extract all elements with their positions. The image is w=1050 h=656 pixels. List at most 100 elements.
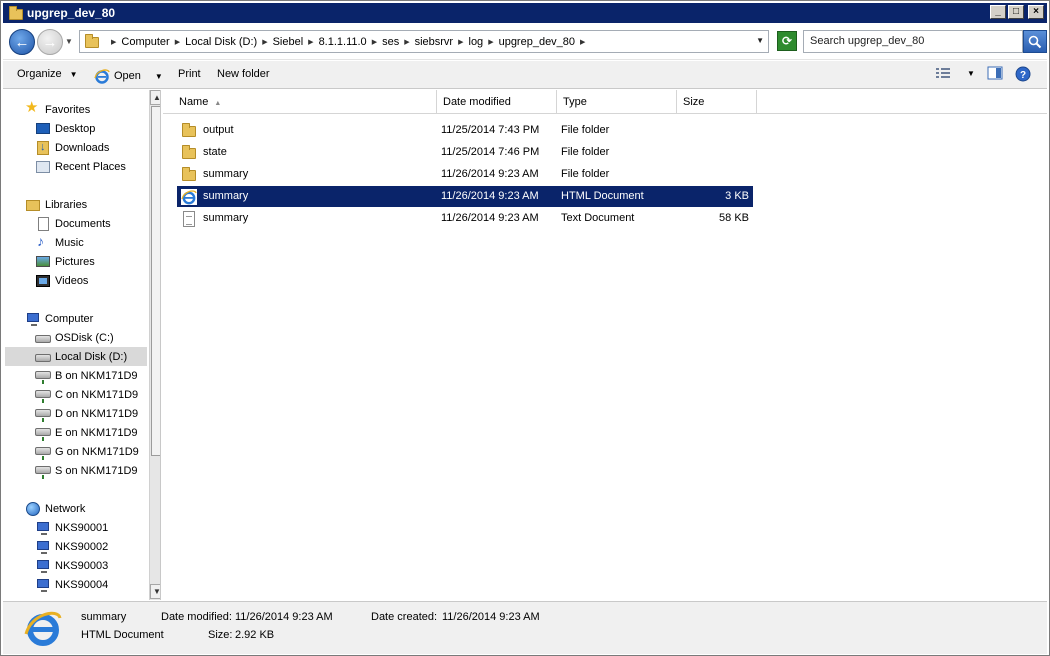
network-drive-icon	[35, 463, 51, 479]
search-input[interactable]: Search upgrep_dev_80	[803, 30, 1023, 53]
address-bar[interactable]: ▶ Computer ▶ Local Disk (D:) ▶ Siebel ▶ 8.1…	[79, 30, 769, 53]
nav-documents[interactable]: Documents	[35, 214, 111, 233]
details-size: 2.92 KB	[235, 629, 275, 641]
network-drive-icon	[35, 387, 51, 403]
nav-network-computer[interactable]: NKS90004	[35, 575, 108, 594]
breadcrumb-siebel[interactable]: Siebel ▶	[273, 36, 319, 48]
nav-music[interactable]: ♪ Music	[35, 233, 84, 252]
nav-network-computer[interactable]: NKS90003	[35, 556, 108, 575]
file-list[interactable]: Name ▲ Date modified Type Size output 11/…	[163, 90, 1047, 600]
folder-icon	[181, 144, 197, 161]
chevron-down-icon[interactable]: ▼	[155, 72, 163, 81]
table-row[interactable]: output 11/25/2014 7:43 PM File folder	[177, 120, 753, 141]
scrollbar-thumb[interactable]	[151, 106, 160, 456]
nav-network-drive-c[interactable]: C on NKM171D9	[35, 385, 138, 404]
view-list-icon	[936, 68, 950, 78]
nav-computer[interactable]: Computer	[25, 309, 93, 328]
open-button[interactable]: Open ▼	[94, 68, 163, 84]
nav-libraries[interactable]: Libraries	[25, 195, 87, 214]
internet-explorer-icon	[181, 188, 197, 205]
computer-icon	[35, 558, 51, 574]
details-date-created: 11/26/2014 9:23 AM	[442, 611, 540, 623]
breadcrumb-local-disk[interactable]: Local Disk (D:) ▶	[185, 36, 273, 48]
table-row-selected[interactable]: summary 11/26/2014 9:23 AM HTML Document…	[177, 186, 753, 207]
nav-network-drive-b[interactable]: B on NKM171D9	[35, 366, 138, 385]
drive-icon	[35, 330, 51, 346]
help-button[interactable]: ?	[1015, 66, 1031, 82]
network-icon	[25, 501, 41, 517]
chevron-right-icon[interactable]: ▶	[458, 38, 463, 46]
back-button[interactable]: ←	[9, 29, 35, 55]
change-view-button[interactable]: ▼	[935, 66, 975, 80]
command-bar: Organize ▼ Open ▼ Print New folder ▼ ?	[3, 61, 1047, 89]
navigation-pane[interactable]: ★Favorites Desktop Downloads Recent Plac…	[3, 90, 161, 600]
new-folder-button[interactable]: New folder	[217, 68, 270, 80]
search-button[interactable]	[1023, 30, 1047, 53]
nav-recent-places[interactable]: Recent Places	[35, 157, 126, 176]
breadcrumb-siebsrvr[interactable]: siebsrvr ▶	[415, 36, 469, 48]
breadcrumb-log[interactable]: log ▶	[469, 36, 499, 48]
nav-pictures[interactable]: Pictures	[35, 252, 95, 271]
preview-pane-button[interactable]	[987, 66, 1003, 80]
column-headers: Name ▲ Date modified Type Size	[163, 90, 1047, 114]
nav-network-computer[interactable]: NKS90001	[35, 518, 108, 537]
nav-network-computer[interactable]: NKS90002	[35, 537, 108, 556]
breadcrumb-ses[interactable]: ses ▶	[382, 36, 415, 48]
documents-icon	[35, 216, 51, 232]
breadcrumb-version[interactable]: 8.1.1.11.0 ▶	[319, 36, 383, 48]
chevron-right-icon[interactable]: ▶	[175, 38, 180, 46]
nav-downloads[interactable]: Downloads	[35, 138, 109, 157]
computer-icon	[25, 311, 41, 327]
explorer-window: upgrep_dev_80 _ □ × ← → ▼ ▶ Computer ▶ Lo…	[0, 0, 1050, 656]
table-row[interactable]: summary 11/26/2014 9:23 AM File folder	[177, 164, 753, 185]
nav-network-drive-s[interactable]: S on NKM171D9	[35, 461, 138, 480]
maximize-button[interactable]: □	[1008, 5, 1024, 19]
refresh-button[interactable]: ⟳	[777, 31, 797, 51]
nav-drive-c[interactable]: OSDisk (C:)	[35, 328, 114, 347]
scroll-up-button[interactable]: ▲	[150, 90, 160, 105]
nav-scrollbar[interactable]: ▲ ▼	[149, 90, 160, 600]
chevron-down-icon[interactable]: ▼	[967, 69, 975, 78]
column-type[interactable]: Type	[557, 90, 677, 114]
nav-desktop[interactable]: Desktop	[35, 119, 95, 138]
forward-button[interactable]: →	[37, 29, 63, 55]
table-row[interactable]: state 11/25/2014 7:46 PM File folder	[177, 142, 753, 163]
breadcrumb-computer[interactable]: Computer ▶	[121, 36, 185, 48]
nav-videos[interactable]: Videos	[35, 271, 88, 290]
nav-network-drive-g[interactable]: G on NKM171D9	[35, 442, 139, 461]
title-bar[interactable]: upgrep_dev_80 _ □ ×	[3, 3, 1047, 23]
nav-favorites[interactable]: ★ Favorites	[25, 99, 90, 119]
chevron-right-icon[interactable]: ▶	[372, 38, 377, 46]
column-size[interactable]: Size	[677, 90, 757, 114]
close-button[interactable]: ×	[1028, 5, 1044, 19]
network-drive-icon	[35, 368, 51, 384]
chevron-right-icon[interactable]: ▶	[404, 38, 409, 46]
chevron-right-icon[interactable]: ▶	[580, 38, 585, 46]
arrow-left-icon: ←	[14, 33, 30, 51]
folder-icon	[181, 122, 197, 139]
drive-icon	[35, 349, 51, 365]
breadcrumb-current[interactable]: upgrep_dev_80 ▶	[499, 36, 591, 48]
details-size-label: Size:	[208, 629, 233, 641]
nav-network-drive-d[interactable]: D on NKM171D9	[35, 404, 138, 423]
internet-explorer-icon	[94, 68, 110, 84]
minimize-button[interactable]: _	[990, 5, 1006, 19]
sort-ascending-icon: ▲	[214, 100, 222, 107]
organize-button[interactable]: Organize ▼	[17, 68, 78, 80]
arrow-right-icon: →	[42, 33, 58, 51]
address-dropdown[interactable]: ▼	[756, 36, 764, 45]
details-date-modified-label: Date modified:	[161, 611, 232, 623]
breadcrumb-separator[interactable]: ▶	[106, 38, 121, 46]
scroll-down-button[interactable]: ▼	[150, 584, 160, 599]
chevron-right-icon[interactable]: ▶	[308, 38, 313, 46]
print-button[interactable]: Print	[178, 68, 201, 80]
chevron-right-icon[interactable]: ▶	[488, 38, 493, 46]
recent-pages-dropdown[interactable]: ▼	[65, 37, 73, 46]
nav-drive-d[interactable]: Local Disk (D:)	[5, 347, 147, 366]
column-date-modified[interactable]: Date modified	[437, 90, 557, 114]
nav-network[interactable]: Network	[25, 499, 85, 518]
table-row[interactable]: summary 11/26/2014 9:23 AM Text Document…	[177, 208, 753, 229]
chevron-right-icon[interactable]: ▶	[262, 38, 267, 46]
nav-network-drive-e[interactable]: E on NKM171D9	[35, 423, 138, 442]
column-name[interactable]: Name ▲	[173, 90, 437, 114]
